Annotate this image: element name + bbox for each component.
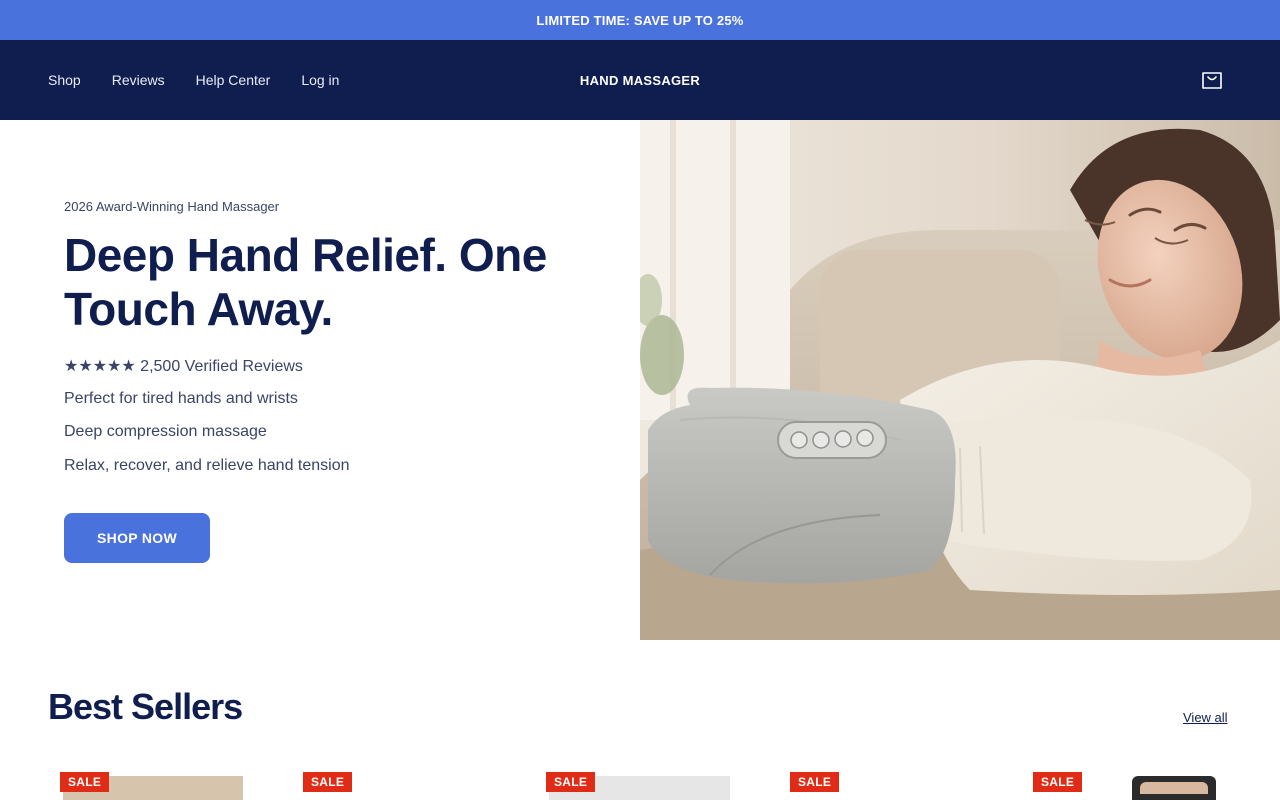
product-card[interactable]: SALE bbox=[1021, 770, 1221, 800]
sale-badge: SALE bbox=[546, 772, 596, 792]
nav-help-center[interactable]: Help Center bbox=[196, 72, 271, 88]
hero-headline: Deep Hand Relief. One Touch Away. bbox=[64, 229, 547, 335]
sale-badge: SALE bbox=[60, 772, 110, 792]
product-card[interactable]: SALE bbox=[534, 770, 734, 800]
main-nav: Shop Reviews Help Center Log in bbox=[48, 40, 370, 120]
announcement-bar: LIMITED TIME: SAVE UP TO 25% bbox=[0, 0, 1280, 40]
hero-feature-1: Perfect for tired hands and wrists bbox=[64, 390, 298, 407]
rating-stars: ★★★★★ bbox=[64, 358, 136, 375]
hero-text-panel: 2026 Award-Winning Hand Massager Deep Ha… bbox=[0, 120, 640, 640]
shop-now-button[interactable]: SHOP NOW bbox=[64, 513, 210, 563]
cart-icon bbox=[1202, 72, 1222, 89]
best-sellers-title: Best Sellers bbox=[48, 686, 243, 727]
sale-badge: SALE bbox=[303, 772, 353, 792]
hero-eyebrow: 2026 Award-Winning Hand Massager bbox=[64, 199, 280, 214]
hero-rating: ★★★★★ 2,500 Verified Reviews bbox=[64, 356, 303, 376]
view-all-link[interactable]: View all bbox=[1183, 710, 1228, 725]
announcement-text: LIMITED TIME: SAVE UP TO 25% bbox=[536, 12, 744, 28]
nav-log-in[interactable]: Log in bbox=[301, 72, 339, 88]
product-card[interactable]: SALE bbox=[778, 770, 978, 800]
site-header: Shop Reviews Help Center Log in HAND MAS… bbox=[0, 40, 1280, 120]
hero-feature-2: Deep compression massage bbox=[64, 423, 267, 440]
hero-image bbox=[640, 120, 1280, 640]
rating-text: 2,500 Verified Reviews bbox=[140, 358, 303, 375]
product-card[interactable]: SALE bbox=[291, 770, 491, 800]
sale-badge: SALE bbox=[790, 772, 840, 792]
cart-button[interactable] bbox=[1198, 66, 1226, 94]
product-card[interactable]: SALE bbox=[48, 770, 248, 800]
brand-logo[interactable]: HAND MASSAGER bbox=[580, 73, 700, 88]
sale-badge: SALE bbox=[1033, 772, 1083, 792]
nav-reviews[interactable]: Reviews bbox=[112, 72, 165, 88]
nav-shop[interactable]: Shop bbox=[48, 72, 81, 88]
hero-feature-3: Relax, recover, and relieve hand tension bbox=[64, 457, 350, 474]
